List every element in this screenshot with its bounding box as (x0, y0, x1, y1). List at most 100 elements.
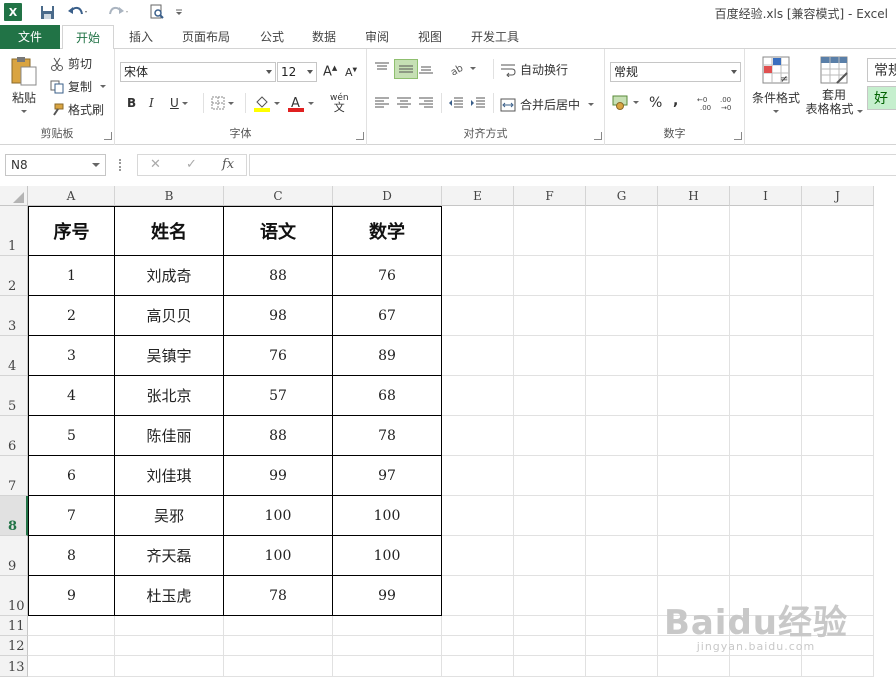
align-left-button[interactable] (374, 96, 390, 110)
empty-cell[interactable] (586, 256, 658, 296)
increase-decimal-button[interactable]: ←0.00 (697, 95, 715, 111)
conditional-format-dropdown-icon[interactable] (773, 110, 779, 113)
empty-cell[interactable] (658, 416, 730, 456)
format-as-table-button[interactable]: 套用 表格格式 (804, 55, 864, 116)
empty-cell[interactable] (514, 496, 586, 536)
row-header-9[interactable]: 9 (0, 536, 28, 576)
empty-cell[interactable] (730, 536, 802, 576)
font-launcher-icon[interactable] (356, 132, 364, 140)
empty-cell[interactable] (514, 416, 586, 456)
empty-cell[interactable] (658, 376, 730, 416)
empty-cell[interactable] (442, 616, 514, 636)
empty-cell[interactable] (802, 296, 874, 336)
decrease-font-button[interactable]: A▼ (345, 66, 357, 79)
empty-cell[interactable] (586, 576, 658, 616)
number-launcher-icon[interactable] (734, 132, 742, 140)
empty-cell[interactable] (586, 496, 658, 536)
table-cell[interactable]: 78 (333, 416, 442, 456)
table-cell[interactable]: 67 (333, 296, 442, 336)
table-cell[interactable]: 89 (333, 336, 442, 376)
empty-cell[interactable] (658, 496, 730, 536)
empty-cell[interactable] (802, 376, 874, 416)
table-cell[interactable]: 齐天磊 (115, 536, 224, 576)
table-cell[interactable]: 88 (224, 416, 333, 456)
tab-file[interactable]: 文件 (0, 25, 60, 49)
table-cell[interactable]: 刘成奇 (115, 256, 224, 296)
align-middle-button[interactable] (394, 59, 418, 79)
table-cell[interactable]: 陈佳丽 (115, 416, 224, 456)
empty-cell[interactable] (802, 496, 874, 536)
accounting-dropdown-icon[interactable] (633, 100, 639, 104)
table-cell[interactable]: 100 (333, 496, 442, 536)
empty-cell[interactable] (730, 416, 802, 456)
insert-function-icon[interactable]: fx (222, 157, 234, 172)
empty-cell[interactable] (658, 456, 730, 496)
column-header-a[interactable]: A (28, 186, 115, 206)
table-header-cell[interactable]: 数学 (333, 206, 442, 256)
empty-cell[interactable] (514, 296, 586, 336)
empty-cell[interactable] (802, 656, 874, 677)
table-cell[interactable]: 张北京 (115, 376, 224, 416)
empty-cell[interactable] (514, 456, 586, 496)
enter-icon[interactable]: ✓ (186, 157, 197, 172)
empty-cell[interactable] (658, 296, 730, 336)
empty-cell[interactable] (224, 656, 333, 677)
borders-dropdown-icon[interactable] (228, 101, 234, 105)
empty-cell[interactable] (730, 656, 802, 677)
table-cell[interactable]: 100 (333, 536, 442, 576)
table-cell[interactable]: 吴镇宇 (115, 336, 224, 376)
empty-cell[interactable] (586, 456, 658, 496)
empty-cell[interactable] (658, 656, 730, 677)
table-cell[interactable]: 2 (28, 296, 115, 336)
empty-cell[interactable] (586, 536, 658, 576)
decrease-indent-button[interactable] (448, 96, 464, 110)
empty-cell[interactable] (658, 536, 730, 576)
phonetic-button[interactable]: wén 文 (330, 93, 349, 113)
number-format-combo[interactable]: 常规 (610, 62, 741, 82)
table-cell[interactable]: 99 (224, 456, 333, 496)
empty-cell[interactable] (586, 656, 658, 677)
row-header-5[interactable]: 5 (0, 376, 28, 416)
empty-cell[interactable] (730, 336, 802, 376)
underline-dropdown-icon[interactable] (181, 101, 188, 105)
empty-cell[interactable] (514, 336, 586, 376)
tab-home[interactable]: 开始 (62, 25, 114, 50)
fill-color-dropdown-icon[interactable] (274, 101, 280, 105)
increase-indent-button[interactable] (470, 96, 486, 110)
tab-review[interactable]: 审阅 (355, 25, 399, 49)
empty-cell[interactable] (802, 336, 874, 376)
empty-cell[interactable] (442, 536, 514, 576)
column-header-h[interactable]: H (658, 186, 730, 206)
tab-data[interactable]: 数据 (302, 25, 346, 49)
table-header-cell[interactable]: 姓名 (115, 206, 224, 256)
empty-cell[interactable] (442, 576, 514, 616)
row-header-10[interactable]: 10 (0, 576, 28, 616)
empty-cell[interactable] (730, 496, 802, 536)
column-header-c[interactable]: C (224, 186, 333, 206)
empty-cell[interactable] (658, 336, 730, 376)
increase-font-button[interactable]: A▲ (323, 64, 337, 79)
empty-cell[interactable] (514, 636, 586, 656)
empty-cell[interactable] (224, 636, 333, 656)
table-cell[interactable]: 3 (28, 336, 115, 376)
empty-cell[interactable] (442, 656, 514, 677)
empty-cell[interactable] (333, 636, 442, 656)
alignment-launcher-icon[interactable] (594, 132, 602, 140)
table-cell[interactable]: 76 (333, 256, 442, 296)
redo-icon[interactable] (106, 3, 130, 21)
conditional-format-button[interactable]: ≠ 条件格式 (750, 55, 802, 113)
column-header-j[interactable]: J (802, 186, 874, 206)
table-cell[interactable]: 88 (224, 256, 333, 296)
clipboard-launcher-icon[interactable] (104, 132, 112, 140)
row-header-8[interactable]: 8 (0, 496, 28, 536)
align-right-button[interactable] (418, 96, 434, 110)
empty-cell[interactable] (442, 376, 514, 416)
column-header-d[interactable]: D (333, 186, 442, 206)
table-header-cell[interactable]: 序号 (28, 206, 115, 256)
copy-button[interactable]: 复制 (50, 78, 107, 95)
empty-cell[interactable] (730, 206, 802, 256)
table-cell[interactable]: 9 (28, 576, 115, 616)
empty-cell[interactable] (514, 256, 586, 296)
undo-icon[interactable] (66, 3, 90, 21)
number-format-dropdown-icon[interactable] (731, 70, 737, 74)
